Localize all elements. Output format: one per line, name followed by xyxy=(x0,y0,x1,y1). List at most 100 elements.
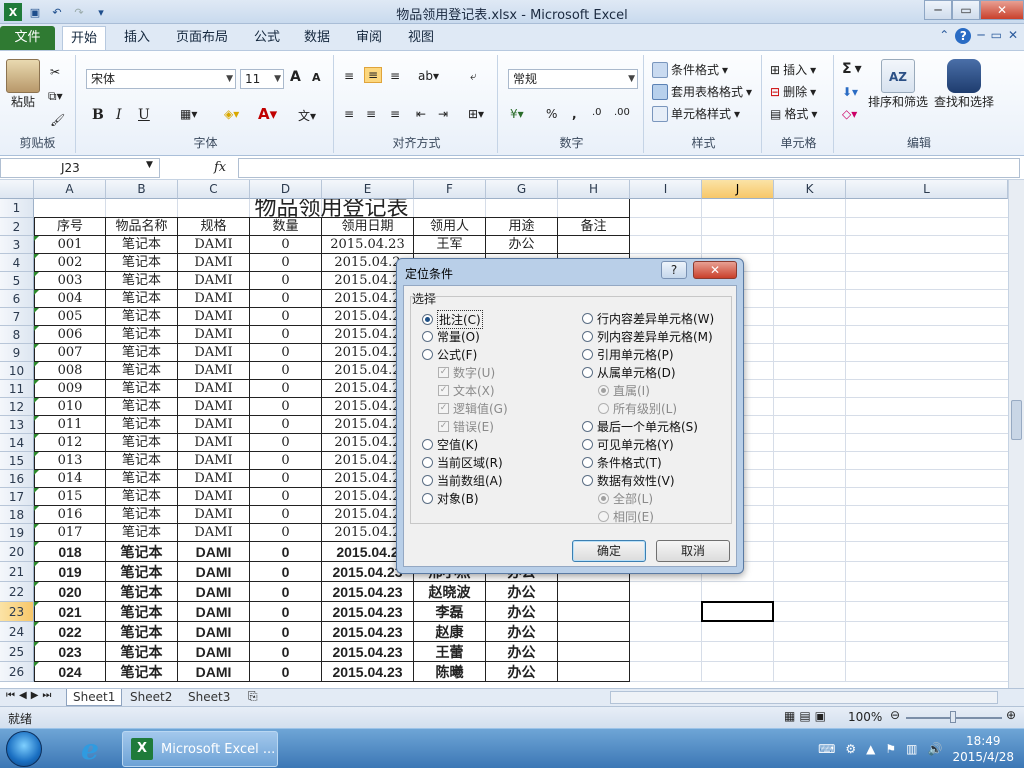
tab-data[interactable]: 数据 xyxy=(296,26,338,50)
cell-B4[interactable]: 笔记本 xyxy=(106,254,178,272)
column-header-G[interactable]: G xyxy=(486,180,558,199)
increase-decimal-icon[interactable]: .0 xyxy=(592,107,602,118)
cell-A7[interactable]: 005 xyxy=(34,308,106,326)
column-header-E[interactable]: E xyxy=(322,180,414,199)
insert-sheet-icon[interactable]: ⎘ xyxy=(248,689,258,704)
wrap-text-icon[interactable]: ⤶ xyxy=(470,69,477,84)
cell-H25[interactable] xyxy=(558,642,630,662)
zoom-level[interactable]: 100% xyxy=(848,710,882,724)
action-center-icon[interactable]: ⚑ xyxy=(885,742,896,756)
tab-formulas[interactable]: 公式 xyxy=(246,26,288,50)
column-header-H[interactable]: H xyxy=(558,180,630,199)
cell-A5[interactable]: 003 xyxy=(34,272,106,290)
cell-G23[interactable]: 办公 xyxy=(486,602,558,622)
merge-center-icon[interactable]: ⊞▾ xyxy=(468,107,484,121)
network-icon[interactable]: ▥ xyxy=(906,742,917,756)
cell-D19[interactable]: 0 xyxy=(250,524,322,542)
cell-B2[interactable]: 物品名称 xyxy=(106,218,178,236)
cell-D15[interactable]: 0 xyxy=(250,452,322,470)
cell-B8[interactable]: 笔记本 xyxy=(106,326,178,344)
cell-H3[interactable] xyxy=(558,236,630,254)
row-header-9[interactable]: 9 xyxy=(0,344,34,362)
doc-restore-icon[interactable]: ▭ xyxy=(991,28,1002,44)
tab-insert[interactable]: 插入 xyxy=(116,26,158,50)
sort-filter-button[interactable]: AZ 排序和筛选 xyxy=(868,59,928,110)
cell-H26[interactable] xyxy=(558,662,630,682)
cell-D20[interactable]: 0 xyxy=(250,542,322,562)
font-size-combo[interactable]: 11 ▼ xyxy=(240,69,284,89)
cell-D3[interactable]: 0 xyxy=(250,236,322,254)
tab-home[interactable]: 开始 xyxy=(62,26,107,50)
align-right-icon[interactable]: ≡ xyxy=(390,107,400,121)
cell-E22[interactable]: 2015.04.23 xyxy=(322,582,414,602)
cell-E24[interactable]: 2015.04.23 xyxy=(322,622,414,642)
doc-close-icon[interactable]: ✕ xyxy=(1008,28,1018,44)
cell-C23[interactable]: DAMI xyxy=(178,602,250,622)
selected-cell-J23[interactable] xyxy=(701,601,774,622)
cell-C10[interactable]: DAMI xyxy=(178,362,250,380)
radio-right-3[interactable]: 从属单元格(D) xyxy=(582,364,676,381)
cell-D23[interactable]: 0 xyxy=(250,602,322,622)
cell-C8[interactable]: DAMI xyxy=(178,326,250,344)
radio-left-10[interactable]: 对象(B) xyxy=(422,490,479,507)
row-header-1[interactable]: 1 xyxy=(0,199,34,218)
column-header-B[interactable]: B xyxy=(106,180,178,199)
cell-B10[interactable]: 笔记本 xyxy=(106,362,178,380)
currency-icon[interactable]: ¥▾ xyxy=(510,107,524,121)
row-header-14[interactable]: 14 xyxy=(0,434,34,452)
row-header-20[interactable]: 20 xyxy=(0,542,34,562)
comma-button[interactable]: , xyxy=(572,107,577,121)
paste-button[interactable]: 粘贴 xyxy=(6,59,40,110)
column-header-K[interactable]: K xyxy=(774,180,846,199)
italic-button[interactable]: I xyxy=(116,107,122,123)
sheet-tab-3[interactable]: Sheet3 xyxy=(182,689,236,706)
cell-F24[interactable]: 赵康 xyxy=(414,622,486,642)
cell-D18[interactable]: 0 xyxy=(250,506,322,524)
clock[interactable]: 18:49 2015/4/28 xyxy=(952,733,1014,765)
cell-A25[interactable]: 023 xyxy=(34,642,106,662)
cell-A12[interactable]: 010 xyxy=(34,398,106,416)
cell-C15[interactable]: DAMI xyxy=(178,452,250,470)
autosum-button[interactable]: Σ ▾ xyxy=(842,61,862,77)
fill-icon[interactable]: ⬇▾ xyxy=(842,85,858,99)
cell-E2[interactable]: 领用日期 xyxy=(322,218,414,236)
cell-C9[interactable]: DAMI xyxy=(178,344,250,362)
radio-left-7[interactable]: 空值(K) xyxy=(422,436,478,453)
cell-C24[interactable]: DAMI xyxy=(178,622,250,642)
dialog-close-button[interactable]: ✕ xyxy=(693,261,737,279)
name-box[interactable]: J23 xyxy=(0,158,160,178)
cell-G25[interactable]: 办公 xyxy=(486,642,558,662)
cell-B25[interactable]: 笔记本 xyxy=(106,642,178,662)
clear-icon[interactable]: ◇▾ xyxy=(842,107,857,121)
cell-A2[interactable]: 序号 xyxy=(34,218,106,236)
tab-view[interactable]: 视图 xyxy=(400,26,442,50)
cell-A9[interactable]: 007 xyxy=(34,344,106,362)
cell-C19[interactable]: DAMI xyxy=(178,524,250,542)
cell-A21[interactable]: 019 xyxy=(34,562,106,582)
cell-A23[interactable]: 021 xyxy=(34,602,106,622)
cell-H24[interactable] xyxy=(558,622,630,642)
row-header-15[interactable]: 15 xyxy=(0,452,34,470)
align-left-icon[interactable]: ≡ xyxy=(344,107,354,121)
cell-E23[interactable]: 2015.04.23 xyxy=(322,602,414,622)
cell-B26[interactable]: 笔记本 xyxy=(106,662,178,682)
tray-settings-icon[interactable]: ⚙ xyxy=(845,742,856,756)
format-as-table-button[interactable]: 套用表格格式 ▾ xyxy=(652,83,752,100)
namebox-dropdown-icon[interactable]: ▼ xyxy=(146,160,153,170)
formula-input[interactable] xyxy=(238,158,1020,178)
delete-cells-button[interactable]: ⊟ 删除 ▾ xyxy=(770,83,816,100)
radio-left-9[interactable]: 当前数组(A) xyxy=(422,472,503,489)
row-header-10[interactable]: 10 xyxy=(0,362,34,380)
cell-G2[interactable]: 用途 xyxy=(486,218,558,236)
cell-C26[interactable]: DAMI xyxy=(178,662,250,682)
format-painter-icon[interactable]: 🖌 xyxy=(50,113,65,127)
cell-D2[interactable]: 数量 xyxy=(250,218,322,236)
row-header-21[interactable]: 21 xyxy=(0,562,34,582)
cell-D25[interactable]: 0 xyxy=(250,642,322,662)
cell-B19[interactable]: 笔记本 xyxy=(106,524,178,542)
align-bottom-icon[interactable]: ≡ xyxy=(390,69,400,83)
cell-C7[interactable]: DAMI xyxy=(178,308,250,326)
cell-B5[interactable]: 笔记本 xyxy=(106,272,178,290)
minimize-button[interactable]: ─ xyxy=(924,0,952,20)
row-header-12[interactable]: 12 xyxy=(0,398,34,416)
